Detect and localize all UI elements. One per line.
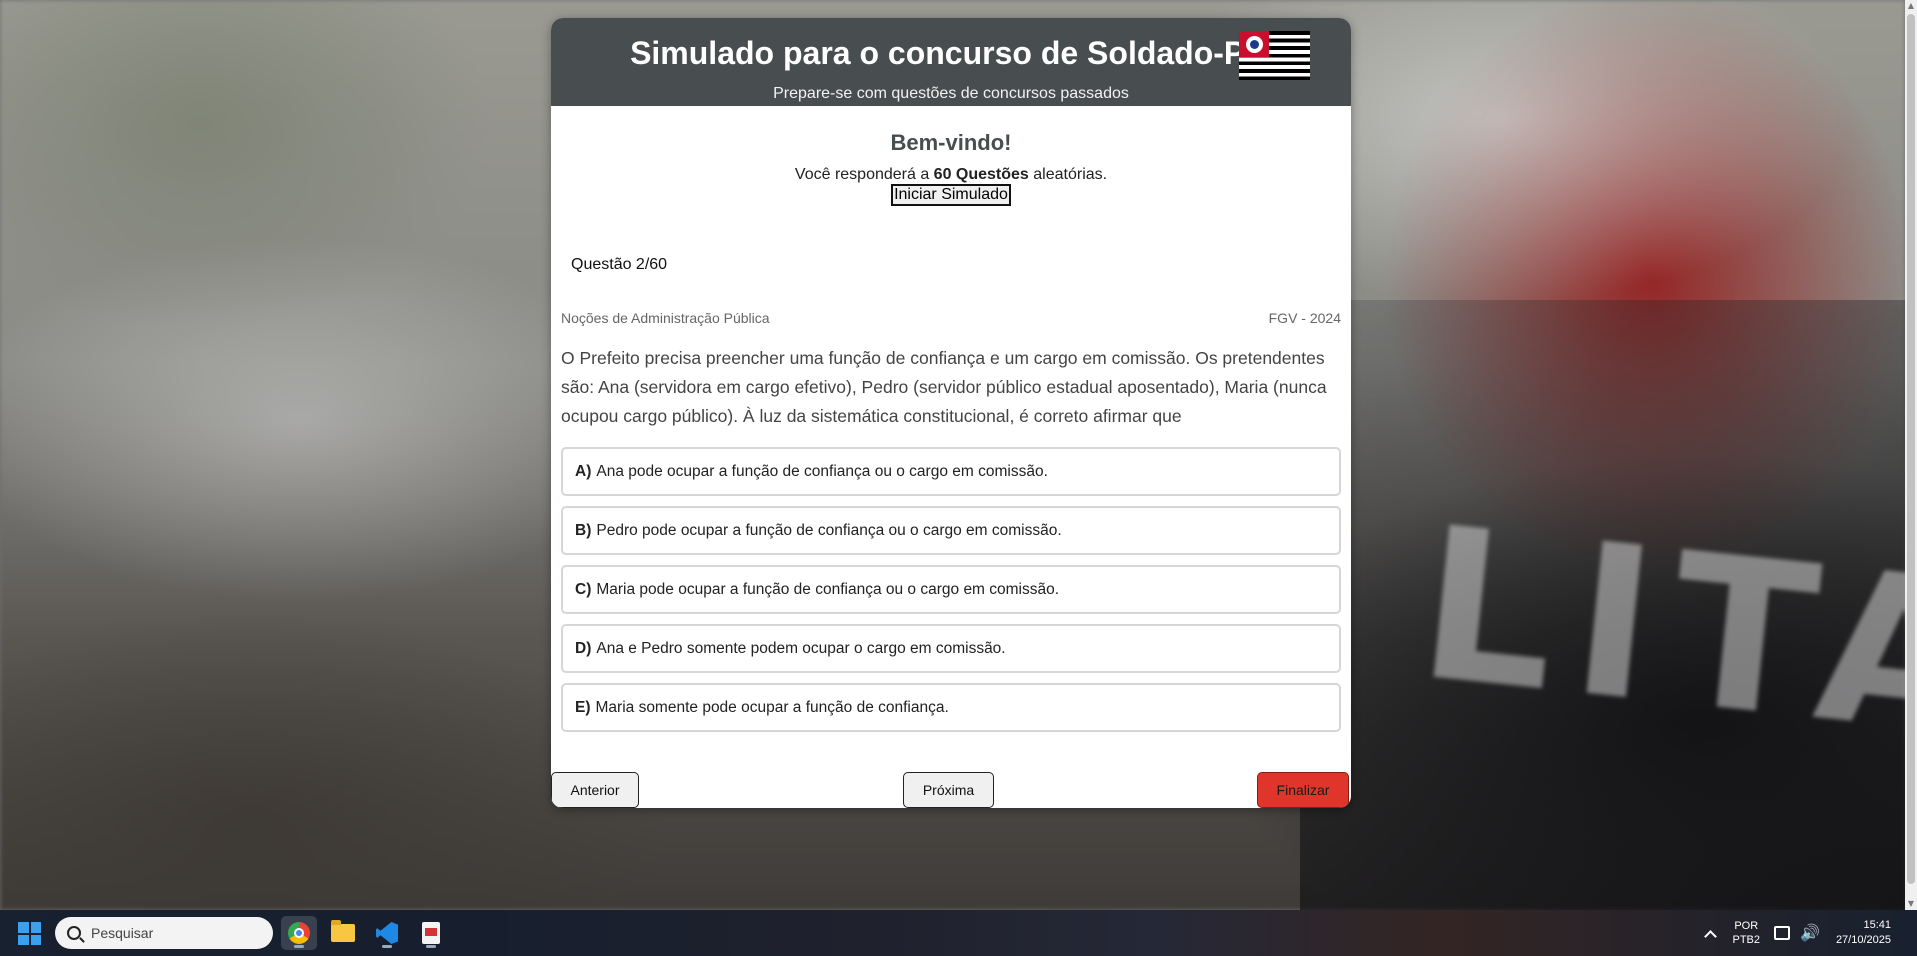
option-a[interactable]: A) Ana pode ocupar a função de confiança …	[561, 447, 1341, 496]
option-c[interactable]: C) Maria pode ocupar a função de confianç…	[561, 565, 1341, 614]
windows-start-icon[interactable]	[18, 922, 41, 945]
vscode-icon	[376, 922, 398, 944]
clock[interactable]: 15:41 27/10/2025	[1836, 918, 1891, 948]
chrome-icon	[288, 922, 310, 944]
welcome-title: Bem-vindo!	[890, 130, 1012, 155]
network-icon[interactable]	[1774, 926, 1791, 940]
taskbar-vscode[interactable]	[369, 916, 405, 950]
chevron-up-icon[interactable]	[1703, 929, 1717, 943]
taskbar-file-explorer[interactable]	[325, 916, 361, 950]
question-count: 60 Questões	[933, 166, 1029, 183]
taskbar-search[interactable]	[55, 917, 273, 949]
scroll-thumb[interactable]	[1907, 14, 1915, 884]
sao-paulo-flag-icon	[1239, 31, 1310, 80]
question-counter: Questão 2/60	[571, 256, 668, 273]
start-quiz-button[interactable]: Iniciar Simulado	[891, 184, 1011, 206]
previous-button[interactable]: Anterior	[551, 772, 639, 808]
taskbar-chrome[interactable]	[281, 916, 317, 950]
quiz-card: Simulado para o concurso de Soldado-PM P…	[551, 18, 1351, 808]
taskbar-search-input[interactable]	[91, 925, 261, 941]
option-e[interactable]: E) Maria somente pode ocupar a função de …	[561, 683, 1341, 732]
question-subject: Noções de Administração Pública	[561, 310, 770, 326]
question-meta: Noções de Administração Pública FGV - 20…	[561, 310, 1341, 326]
question-text: O Prefeito precisa preencher uma função …	[561, 348, 1327, 426]
question-source: FGV - 2024	[1268, 310, 1341, 326]
volume-icon[interactable]: 🔊	[1800, 923, 1820, 943]
option-b[interactable]: B) Pedro pode ocupar a função de confianç…	[561, 506, 1341, 555]
welcome-section: Bem-vindo! Você responderá a 60 Questões…	[551, 106, 1351, 206]
file-explorer-icon	[331, 920, 355, 942]
taskbar-document-app[interactable]	[413, 916, 449, 950]
search-icon	[67, 926, 81, 940]
taskbar: POR PTB2 🔊 15:41 27/10/2025	[0, 910, 1917, 956]
clock-time: 15:41	[1863, 919, 1891, 931]
scroll-up-icon[interactable]: ▲	[1905, 0, 1917, 12]
system-tray: POR PTB2 🔊 15:41 27/10/2025	[1703, 910, 1917, 956]
scroll-down-icon[interactable]: ▼	[1905, 898, 1917, 910]
option-d[interactable]: D) Ana e Pedro somente podem ocupar o car…	[561, 624, 1341, 673]
page-subtitle: Prepare-se com questões de concursos pas…	[773, 85, 1129, 102]
clock-date: 27/10/2025	[1835, 934, 1891, 946]
next-button[interactable]: Próxima	[903, 772, 994, 808]
welcome-text: Você responderá a 60 Questões aleatórias…	[794, 166, 1108, 183]
quiz-header: Simulado para o concurso de Soldado-PM P…	[551, 18, 1351, 106]
document-app-icon	[422, 922, 440, 944]
page-title: Simulado para o concurso de Soldado-PM	[630, 35, 1272, 71]
answer-options: A) Ana pode ocupar a função de confiança …	[561, 447, 1341, 742]
page-scrollbar[interactable]: ▲ ▼	[1905, 0, 1917, 910]
language-indicator[interactable]: POR PTB2	[1733, 919, 1761, 947]
finish-button[interactable]: Finalizar	[1257, 772, 1349, 808]
